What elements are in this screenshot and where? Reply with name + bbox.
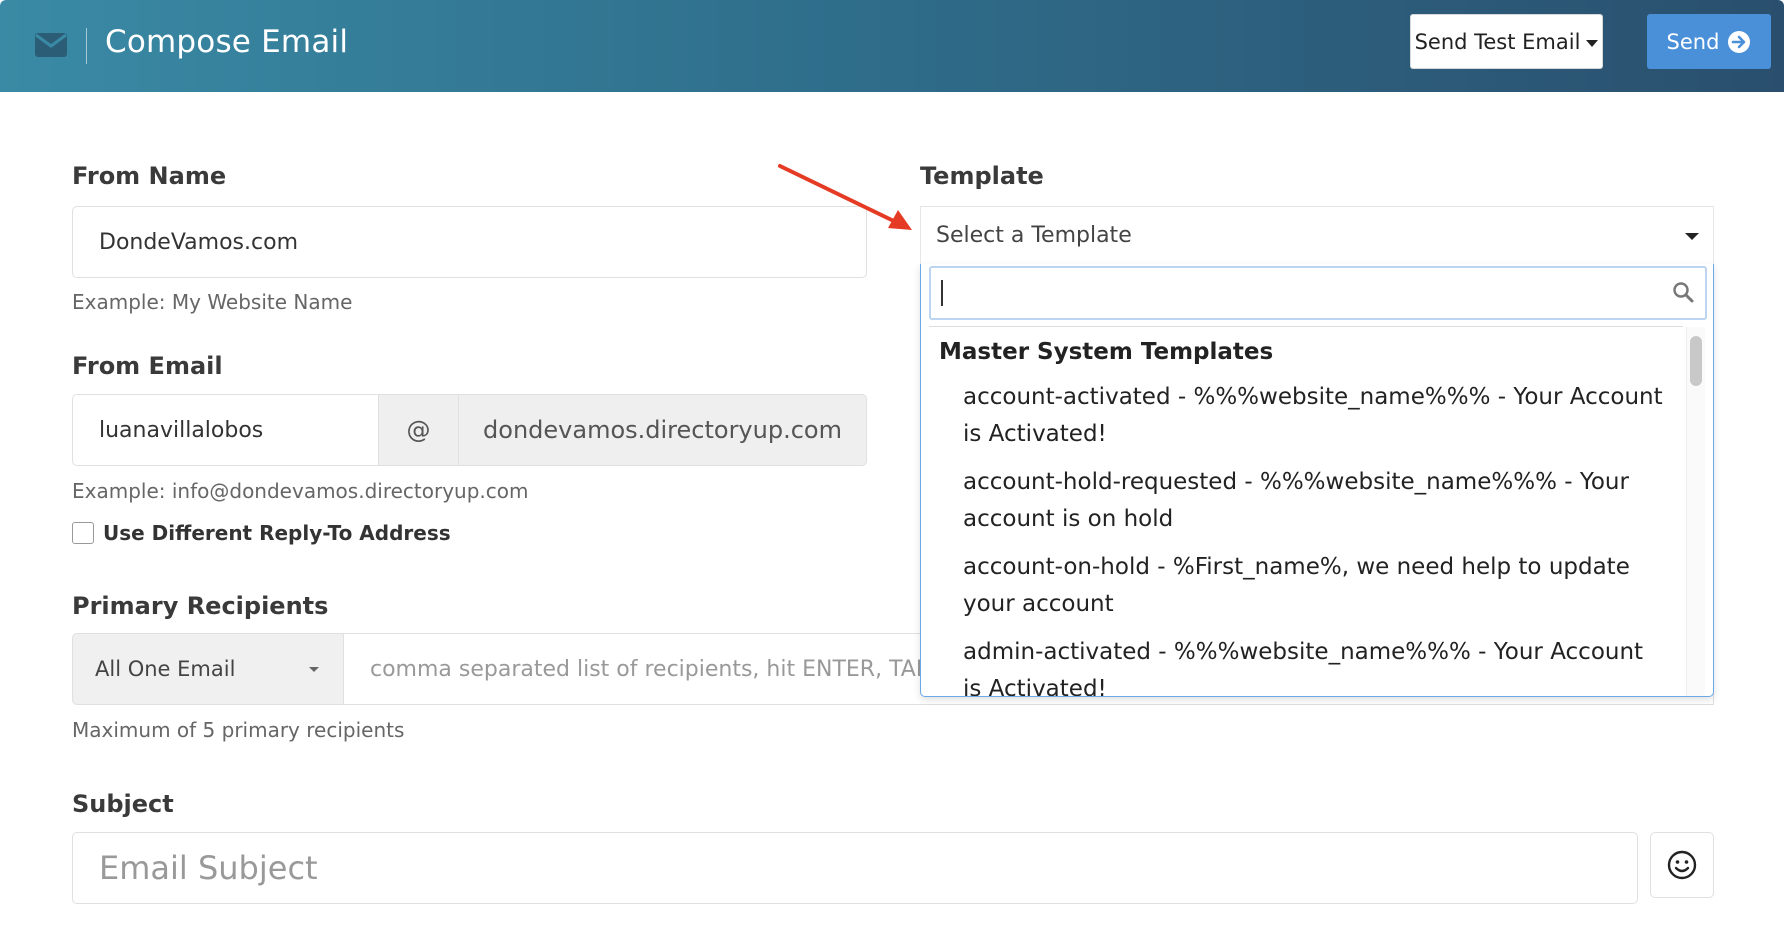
subject-label: Subject [72,790,174,818]
smiley-icon [1667,850,1697,880]
from-email-label: From Email [72,352,223,380]
from-email-help: Example: info@dondevamos.directoryup.com [72,479,529,503]
search-icon [1673,282,1694,303]
mail-icon [35,33,67,57]
from-name-help: Example: My Website Name [72,290,353,314]
text-cursor [941,280,943,306]
send-button[interactable]: Send [1647,14,1771,69]
send-test-email-label: Send Test Email [1414,29,1581,54]
template-placeholder: Select a Template [936,223,1132,248]
caret-down-icon [1685,233,1699,240]
caret-down-icon [309,667,319,672]
template-option[interactable]: account-on-hold - %First_name%, we need … [963,549,1663,623]
template-group-label: Master System Templates [939,339,1274,365]
scrollbar-thumb[interactable] [1690,336,1702,386]
reply-to-checkbox[interactable] [72,522,94,544]
from-name-input[interactable]: DondeVamos.com [72,206,867,278]
template-option[interactable]: account-activated - %%%website_name%%% -… [963,379,1663,453]
caret-down-icon [1586,39,1599,47]
template-option[interactable]: account-hold-requested - %%%website_name… [963,464,1663,538]
recipients-label: Primary Recipients [72,592,329,620]
dropdown-scrollbar[interactable] [1686,327,1705,696]
template-option-list: Master System Templates account-activate… [929,326,1683,696]
annotation-arrow-icon [778,164,912,230]
arrow-right-circle-icon [1728,30,1751,53]
subject-placeholder: Email Subject [99,849,318,887]
template-option[interactable]: admin-activated - %%%website_name%%% - Y… [963,634,1663,696]
from-email-local-input[interactable]: luanavillalobos [72,394,379,466]
reply-to-label[interactable]: Use Different Reply-To Address [103,521,451,545]
send-test-email-button[interactable]: Send Test Email [1410,14,1603,69]
from-name-value: DondeVamos.com [99,229,298,255]
recipients-mode-select[interactable]: All One Email [72,633,344,705]
page-header: Compose Email Send Test Email Send [0,0,1784,92]
template-dropdown: Master System Templates account-activate… [920,264,1714,697]
emoji-button[interactable] [1650,832,1714,898]
header-divider [86,28,87,64]
subject-input[interactable]: Email Subject [72,832,1638,904]
from-name-label: From Name [72,162,227,190]
template-search-input[interactable] [929,266,1707,320]
from-email-local-value: luanavillalobos [99,417,264,443]
recipients-mode-value: All One Email [95,657,236,681]
email-domain-addon: dondevamos.directoryup.com [458,394,867,466]
template-label: Template [920,162,1044,190]
recipients-help: Maximum of 5 primary recipients [72,718,405,742]
template-select[interactable]: Select a Template [920,206,1714,264]
at-symbol-addon: @ [378,394,459,466]
page-title: Compose Email [105,24,349,60]
recipients-placeholder: comma separated list of recipients, hit … [370,656,931,682]
send-label: Send [1666,29,1720,54]
